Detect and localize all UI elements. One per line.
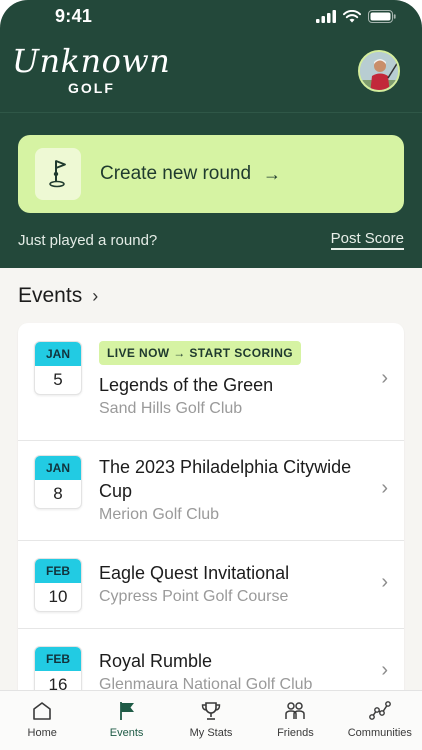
chevron-right-icon: ›	[381, 477, 388, 499]
header-divider	[0, 112, 422, 113]
create-new-round-button[interactable]: Create new round →	[18, 135, 404, 213]
tab-label: Events	[109, 727, 144, 739]
flag-icon	[119, 702, 134, 720]
brand-golf: GOLF	[68, 80, 115, 96]
date-badge: JAN 5	[34, 341, 82, 395]
chevron-right-icon: ›	[381, 659, 388, 681]
chevron-right-icon: ›	[92, 285, 99, 306]
tab-friends[interactable]: Friends	[253, 691, 337, 750]
trophy-icon	[201, 702, 221, 720]
battery-icon	[368, 10, 396, 23]
just-played-row: Just played a round? Post Score	[18, 228, 404, 252]
date-badge: JAN 8	[34, 455, 82, 509]
wifi-icon	[343, 10, 361, 23]
status-icons	[316, 10, 396, 23]
create-icon-box	[35, 148, 81, 200]
network-icon	[368, 701, 391, 720]
avatar-photo-icon	[360, 52, 398, 90]
tab-label: Friends	[277, 727, 314, 739]
event-text: The 2023 Philadelphia Citywide Cup Merio…	[99, 455, 368, 524]
date-month: FEB	[35, 647, 81, 671]
event-name: Eagle Quest Invitational	[99, 563, 290, 583]
status-bar: 9:41	[0, 0, 422, 40]
tab-my-stats[interactable]: My Stats	[169, 691, 253, 750]
people-icon	[285, 702, 306, 719]
tab-label: Communities	[347, 727, 412, 739]
avatar[interactable]	[358, 50, 400, 92]
event-row[interactable]: FEB 10 Eagle Quest Invitational Cypress …	[18, 541, 404, 629]
event-text: Eagle Quest Invitational Cypress Point G…	[99, 561, 368, 606]
create-round-label: Create new round	[100, 163, 252, 184]
date-month: FEB	[35, 559, 81, 583]
status-time: 9:41	[55, 6, 93, 26]
event-club: Cypress Point Golf Course	[99, 588, 289, 605]
home-icon	[33, 702, 52, 720]
event-text: Royal Rumble Glenmaura National Golf Clu…	[99, 649, 368, 694]
just-played-text: Just played a round?	[18, 231, 158, 249]
date-day: 5	[53, 370, 63, 389]
post-score-link[interactable]: Post Score	[330, 230, 404, 250]
brand-logo: Unknown GOLF	[12, 42, 172, 98]
event-row[interactable]: JAN 5 LIVE NOW → START SCORING Legends o…	[18, 323, 404, 441]
event-text: LIVE NOW → START SCORING Legends of the …	[99, 341, 368, 418]
tab-label: Home	[27, 727, 57, 739]
chevron-right-icon: ›	[381, 367, 388, 389]
chevron-right-icon: ›	[381, 571, 388, 593]
event-club: Sand Hills Golf Club	[99, 400, 243, 417]
date-day: 10	[48, 587, 68, 606]
event-name: Royal Rumble	[99, 651, 213, 671]
event-name: Legends of the Green	[99, 375, 274, 395]
signal-icon	[316, 10, 336, 23]
header: 9:41 Unknown GOLF Create new round → Jus…	[0, 0, 422, 268]
arrow-right-icon: →	[263, 163, 282, 184]
event-name: The 2023 Philadelphia Citywide Cup	[99, 457, 352, 501]
date-badge: FEB 10	[34, 558, 82, 612]
date-day: 8	[53, 484, 63, 503]
date-month: JAN	[35, 456, 81, 480]
tab-events[interactable]: Events	[84, 691, 168, 750]
brand-script: Unknown	[12, 42, 171, 80]
tab-bar: Home Events My Stats Friends Communities	[0, 690, 422, 750]
events-list: JAN 5 LIVE NOW → START SCORING Legends o…	[18, 323, 404, 703]
event-row[interactable]: JAN 8 The 2023 Philadelphia Citywide Cup…	[18, 441, 404, 541]
app-screen: 9:41 Unknown GOLF Create new round → Jus…	[0, 0, 422, 750]
events-title: Events	[18, 284, 83, 307]
live-now-badge[interactable]: LIVE NOW → START SCORING	[99, 341, 302, 365]
date-month: JAN	[35, 342, 81, 366]
flag-pin-icon	[49, 160, 66, 188]
event-club: Merion Golf Club	[99, 506, 220, 523]
tab-home[interactable]: Home	[0, 691, 84, 750]
tab-communities[interactable]: Communities	[338, 691, 422, 750]
tab-label: My Stats	[189, 727, 233, 739]
events-section-header[interactable]: Events ›	[18, 284, 98, 308]
